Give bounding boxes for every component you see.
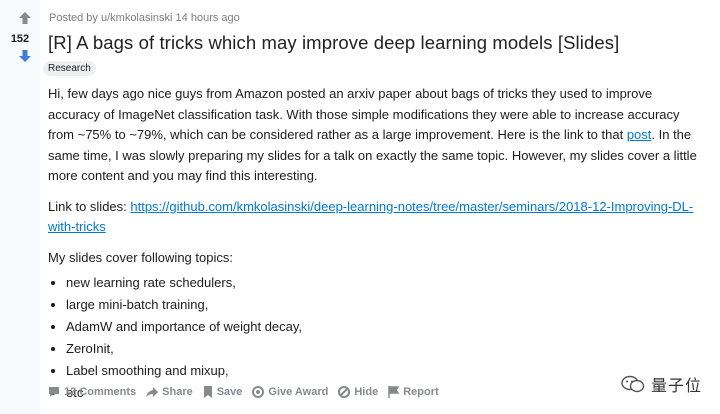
list-item: new learning rate schedulers, [66, 272, 698, 294]
hide-icon [338, 386, 351, 398]
upvote-arrow-icon[interactable] [19, 12, 31, 24]
comment-icon [49, 387, 59, 397]
watermark-text: 量子位 [650, 378, 702, 395]
share-icon [146, 387, 159, 397]
intro-paragraph: Hi, few days ago nice guys from Amazon p… [48, 86, 697, 183]
post-meta: Posted by u/kmkolasinski 14 hours ago [49, 12, 240, 24]
list-item: ZeroInit, [66, 338, 698, 360]
vote-count: 152 [10, 33, 30, 45]
vote-column: 152 [0, 0, 40, 414]
list-item: Label smoothing and mixup, [66, 360, 698, 382]
topics-intro: My slides cover following topics: [48, 249, 233, 265]
watermark: 量子位 [621, 372, 702, 396]
bookmark-icon [203, 386, 212, 398]
flair-badge[interactable]: Research [43, 61, 96, 76]
list-item: large mini-batch training, [66, 294, 698, 316]
post-actions: 12 Comments Share Save Give Award Hide R… [48, 386, 439, 398]
slides-paragraph: Link to slides: https://github.com/kmkol… [48, 198, 694, 235]
hide-button[interactable]: Hide [338, 386, 378, 398]
give-award-button[interactable]: Give Award [252, 386, 328, 398]
slides-link[interactable]: https://github.com/kmkolasinski/deep-lea… [48, 199, 693, 235]
post-title[interactable]: [R] A bags of tricks which may improve d… [48, 32, 619, 54]
topics-list: new learning rate schedulers, large mini… [48, 272, 698, 404]
list-item: AdamW and importance of weight decay, [66, 316, 698, 338]
award-icon [252, 386, 265, 398]
share-button[interactable]: Share [146, 386, 193, 398]
wechat-logo-icon [621, 375, 645, 393]
save-button[interactable]: Save [203, 386, 242, 398]
post-body: Hi, few days ago nice guys from Amazon p… [48, 84, 698, 404]
downvote-arrow-icon[interactable] [19, 50, 31, 62]
report-button[interactable]: Report [388, 386, 439, 398]
flag-icon [388, 386, 400, 398]
comments-button[interactable]: 12 Comments [48, 386, 136, 398]
post-link[interactable]: post [627, 127, 652, 142]
post-card: 152 Posted by u/kmkolasinski 14 hours ag… [0, 0, 720, 414]
